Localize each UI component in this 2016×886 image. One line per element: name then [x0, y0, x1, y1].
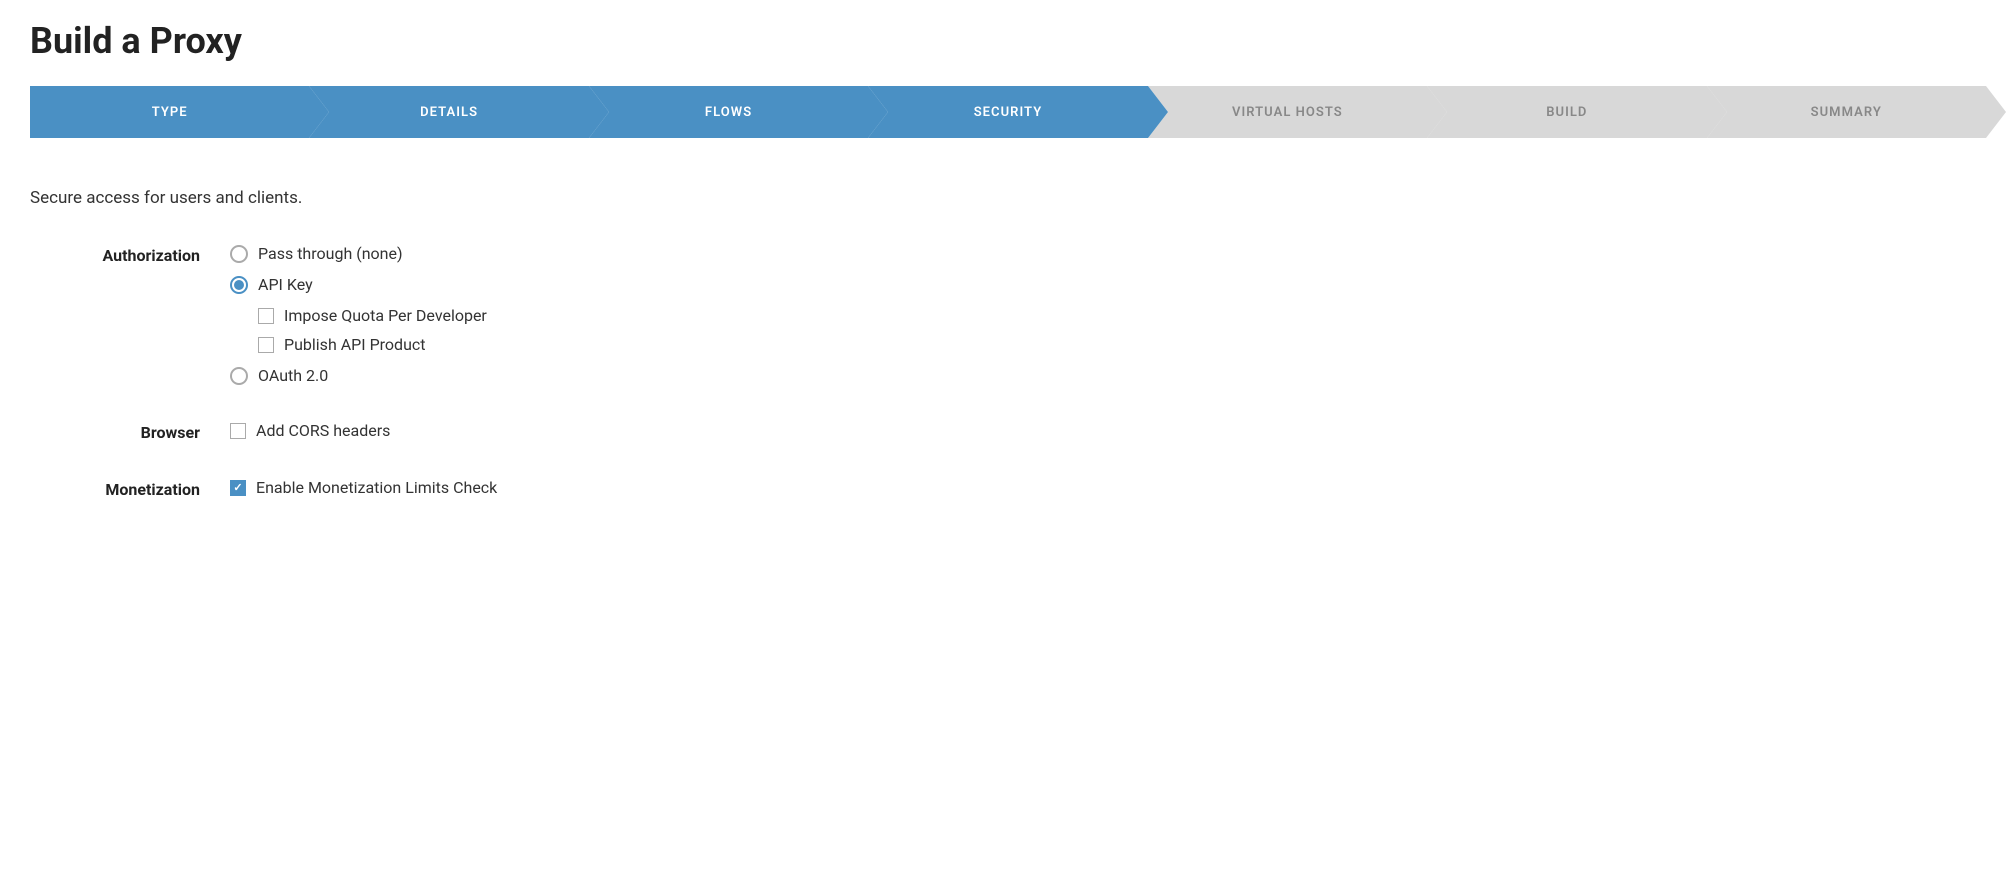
step-virtual-hosts[interactable]: VIRTUAL HOSTS	[1148, 86, 1427, 138]
page-title: Build a Proxy	[30, 20, 1986, 62]
step-summary[interactable]: SUMMARY	[1707, 86, 1986, 138]
checkbox-label-monetization: Enable Monetization Limits Check	[256, 478, 497, 497]
checkbox-impose-quota[interactable]: Impose Quota Per Developer	[258, 306, 487, 325]
section-description: Secure access for users and clients.	[30, 188, 1986, 208]
authorization-controls: Pass through (none) API Key Impose Quota…	[230, 244, 487, 385]
checkbox-box-impose-quota	[258, 308, 274, 324]
checkbox-label-publish-api: Publish API Product	[284, 335, 426, 354]
step-label-security: SECURITY	[964, 105, 1053, 120]
checkbox-box-publish-api	[258, 337, 274, 353]
radio-circle-pass-through	[230, 245, 248, 263]
stepper: TYPE DETAILS FLOWS SECURITY VIRTUAL HOSTS BUI…	[30, 86, 1986, 138]
radio-label-api-key: API Key	[258, 275, 313, 294]
radio-label-oauth: OAuth 2.0	[258, 366, 328, 385]
step-label-virtual-hosts: VIRTUAL HOSTS	[1222, 105, 1353, 120]
browser-controls: Add CORS headers	[230, 421, 390, 440]
step-label-flows: FLOWS	[695, 105, 762, 120]
step-build[interactable]: BUILD	[1427, 86, 1706, 138]
radio-api-key[interactable]: API Key	[230, 275, 487, 294]
checkbox-label-cors: Add CORS headers	[256, 421, 390, 440]
browser-group: Browser Add CORS headers	[30, 421, 1986, 442]
radio-label-pass-through: Pass through (none)	[258, 244, 403, 263]
monetization-group: Monetization Enable Monetization Limits …	[30, 478, 1986, 499]
step-security[interactable]: SECURITY	[868, 86, 1147, 138]
authorization-label: Authorization	[30, 244, 230, 265]
checkbox-box-cors	[230, 423, 246, 439]
radio-circle-oauth	[230, 367, 248, 385]
step-details[interactable]: DETAILS	[309, 86, 588, 138]
step-label-details: DETAILS	[410, 105, 488, 120]
checkbox-publish-api[interactable]: Publish API Product	[258, 335, 487, 354]
browser-label: Browser	[30, 421, 230, 442]
step-label-build: BUILD	[1536, 105, 1597, 120]
checkbox-monetization[interactable]: Enable Monetization Limits Check	[230, 478, 497, 497]
step-label-type: TYPE	[142, 105, 198, 120]
content-area: Secure access for users and clients. Aut…	[30, 178, 1986, 499]
radio-oauth[interactable]: OAuth 2.0	[230, 366, 487, 385]
checkbox-cors[interactable]: Add CORS headers	[230, 421, 390, 440]
authorization-group: Authorization Pass through (none) API Ke…	[30, 244, 1986, 385]
radio-circle-api-key	[230, 276, 248, 294]
monetization-label: Monetization	[30, 478, 230, 499]
api-key-suboptions: Impose Quota Per Developer Publish API P…	[258, 306, 487, 354]
radio-pass-through[interactable]: Pass through (none)	[230, 244, 487, 263]
checkbox-label-impose-quota: Impose Quota Per Developer	[284, 306, 487, 325]
step-flows[interactable]: FLOWS	[589, 86, 868, 138]
step-label-summary: SUMMARY	[1801, 105, 1892, 120]
checkbox-box-monetization	[230, 480, 246, 496]
monetization-controls: Enable Monetization Limits Check	[230, 478, 497, 497]
step-type[interactable]: TYPE	[30, 86, 309, 138]
